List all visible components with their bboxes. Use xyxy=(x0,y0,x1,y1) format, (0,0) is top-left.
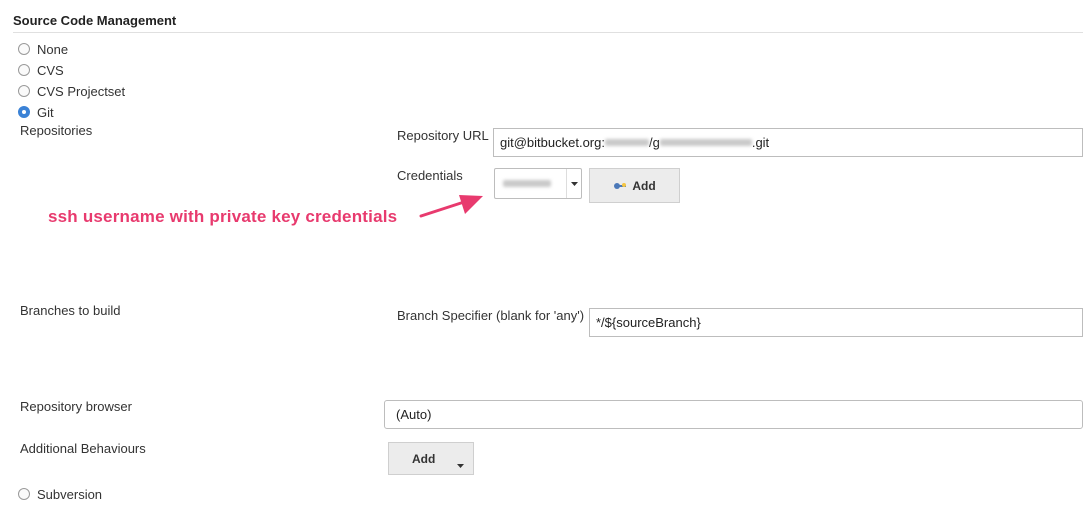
scm-option-cvs-label: CVS xyxy=(37,62,64,78)
annotation-arrow-icon xyxy=(419,195,483,218)
radio-none[interactable] xyxy=(18,43,30,55)
section-divider xyxy=(13,32,1083,33)
scm-option-cvs-projectset-label: CVS Projectset xyxy=(37,83,126,99)
branch-specifier-input[interactable]: */${sourceBranch} xyxy=(589,308,1083,337)
scm-option-none-label: None xyxy=(37,41,69,57)
scm-option-git-label: Git xyxy=(37,104,54,120)
caret-down-icon xyxy=(457,457,464,471)
repository-url-input[interactable]: git@bitbucket.org: /g .git xyxy=(493,128,1083,157)
section-title: Source Code Management xyxy=(13,13,177,28)
repositories-label: Repositories xyxy=(20,123,93,138)
radio-cvs[interactable] xyxy=(18,64,30,76)
scm-option-cvs[interactable]: CVS xyxy=(18,61,64,79)
repository-url-label: Repository URL xyxy=(397,128,489,143)
repository-browser-select[interactable]: (Auto) xyxy=(384,400,1083,429)
credentials-add-label: Add xyxy=(632,178,656,193)
additional-behaviours-label: Additional Behaviours xyxy=(20,441,146,456)
scm-option-cvs-projectset[interactable]: CVS Projectset xyxy=(18,82,125,100)
branch-specifier-value: */${sourceBranch} xyxy=(596,315,701,330)
annotation-text: ssh username with private key credential… xyxy=(48,207,398,226)
repository-url-mid: /g xyxy=(648,135,660,150)
repository-browser-value: (Auto) xyxy=(396,407,432,422)
scm-option-none[interactable]: None xyxy=(18,40,68,58)
radio-subversion[interactable] xyxy=(18,488,30,500)
repository-browser-label: Repository browser xyxy=(20,399,132,414)
redacted-text xyxy=(659,139,752,146)
additional-add-label: Add xyxy=(412,451,436,466)
branches-to-build-label: Branches to build xyxy=(20,303,121,318)
credentials-label: Credentials xyxy=(397,168,463,183)
redacted-text xyxy=(604,139,649,146)
key-icon xyxy=(613,182,627,190)
credentials-add-button[interactable]: Add xyxy=(589,168,680,203)
scm-option-subversion-label: Subversion xyxy=(37,486,103,502)
caret-down-icon xyxy=(566,169,581,198)
radio-git[interactable] xyxy=(18,106,30,118)
branch-specifier-label: Branch Specifier (blank for 'any') xyxy=(397,308,585,323)
credentials-select[interactable] xyxy=(494,168,582,199)
repository-url-prefix: git@bitbucket.org: xyxy=(500,135,605,150)
additional-behaviours-add-button[interactable]: Add xyxy=(388,442,474,475)
scm-option-git[interactable]: Git xyxy=(18,103,54,121)
scm-option-subversion[interactable]: Subversion xyxy=(18,485,102,503)
radio-cvs-projectset[interactable] xyxy=(18,85,30,97)
redacted-text xyxy=(503,180,551,187)
repository-url-suffix: .git xyxy=(751,135,770,150)
